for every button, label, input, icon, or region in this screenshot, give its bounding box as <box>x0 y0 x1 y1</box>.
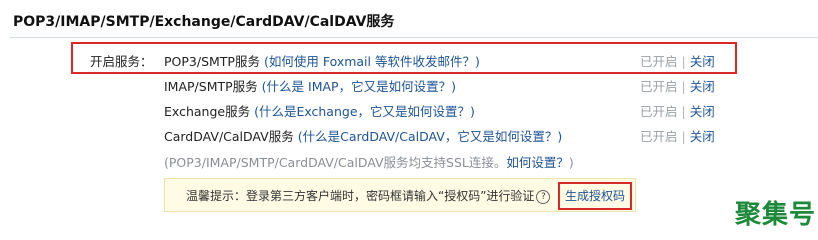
close-service-button[interactable]: 关闭 <box>690 129 715 144</box>
question-icon[interactable]: ? <box>536 189 551 204</box>
service-help-link[interactable]: (什么是 IMAP，它又是如何设置？) <box>262 79 456 94</box>
service-row-exchange: Exchange服务 (什么是Exchange，它又是如何设置？) 已开启 | 关闭 <box>0 102 818 122</box>
service-title: Exchange服务 <box>164 104 251 119</box>
service-name: Exchange服务 (什么是Exchange，它又是如何设置？) <box>164 102 475 122</box>
close-service-button[interactable]: 关闭 <box>690 104 715 119</box>
status-text: 已开启 <box>640 104 678 119</box>
ssl-note-end: ) <box>568 155 574 170</box>
service-title: CardDAV/CalDAV服务 <box>164 129 294 144</box>
service-help-link[interactable]: (如何使用 Foxmail 等软件收发邮件？) <box>264 54 480 69</box>
ssl-note-text: (POP3/IMAP/SMTP/CardDAV/CalDAV服务均支持SSL连接… <box>164 155 507 170</box>
service-status: 已开启 | 关闭 <box>640 79 715 94</box>
service-name: POP3/SMTP服务 (如何使用 Foxmail 等软件收发邮件？) <box>164 52 480 72</box>
service-status: 已开启 | 关闭 <box>640 54 715 69</box>
tip-message: 温馨提示：登录第三方客户端时，密码框请输入“授权码”进行验证 <box>186 189 535 203</box>
service-row-imap: IMAP/SMTP服务 (什么是 IMAP，它又是如何设置？) 已开启 | 关闭 <box>0 77 818 97</box>
generate-auth-code-button[interactable]: 生成授权码 <box>558 182 633 210</box>
service-status: 已开启 | 关闭 <box>640 104 715 119</box>
service-row-carddav: CardDAV/CalDAV服务 (什么是CardDAV/CalDAV，它又是如… <box>0 127 818 147</box>
status-text: 已开启 <box>640 129 678 144</box>
service-name: IMAP/SMTP服务 (什么是 IMAP，它又是如何设置？) <box>164 77 456 97</box>
status-text: 已开启 <box>640 79 678 94</box>
watermark-logo: 聚集号 <box>734 200 816 230</box>
service-help-link[interactable]: (什么是CardDAV/CalDAV，它又是如何设置？) <box>298 129 562 144</box>
service-status: 已开启 | 关闭 <box>640 129 715 144</box>
status-text: 已开启 <box>640 54 678 69</box>
service-help-link[interactable]: (什么是Exchange，它又是如何设置？) <box>254 104 475 119</box>
close-service-button[interactable]: 关闭 <box>690 54 715 69</box>
ssl-howto-link[interactable]: 如何设置？ <box>506 155 569 170</box>
service-title: IMAP/SMTP服务 <box>164 79 258 94</box>
service-row-pop3: 开启服务： POP3/SMTP服务 (如何使用 Foxmail 等软件收发邮件？… <box>0 52 818 72</box>
ssl-note: (POP3/IMAP/SMTP/CardDAV/CalDAV服务均支持SSL连接… <box>164 152 574 171</box>
page-title: POP3/IMAP/SMTP/Exchange/CardDAV/CalDAV服务 <box>13 14 395 30</box>
title-divider <box>10 37 818 38</box>
tip-text: 温馨提示：登录第三方客户端时，密码框请输入“授权码”进行验证? <box>186 187 551 204</box>
service-name: CardDAV/CalDAV服务 (什么是CardDAV/CalDAV，它又是如… <box>164 127 562 147</box>
tip-box: 温馨提示：登录第三方客户端时，密码框请输入“授权码”进行验证? 生成授权码 <box>164 178 636 212</box>
service-title: POP3/SMTP服务 <box>164 54 260 69</box>
close-service-button[interactable]: 关闭 <box>690 79 715 94</box>
services-label: 开启服务： <box>90 54 153 69</box>
